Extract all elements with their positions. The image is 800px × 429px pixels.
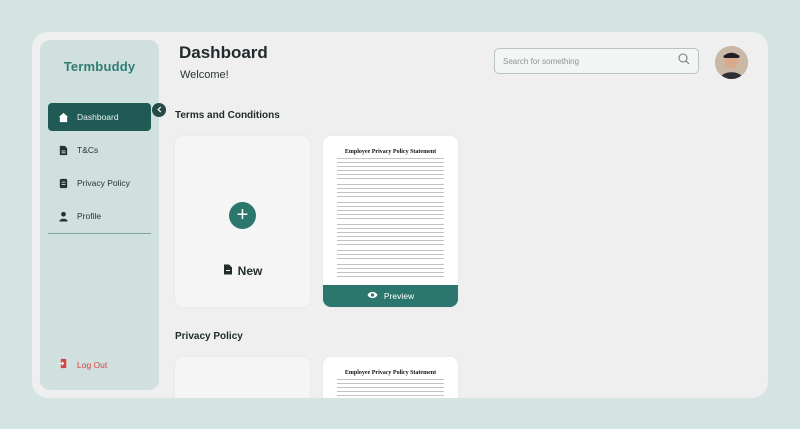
welcome-text: Welcome! [180, 69, 229, 81]
preview-label: Preview [383, 291, 415, 301]
app-window: Termbuddy Dashboard T&Cs Privacy Policy [32, 32, 768, 398]
sidebar-item-label: T&Cs [77, 145, 99, 155]
sidebar-item-label: Dashboard [77, 112, 119, 122]
sidebar: Termbuddy Dashboard T&Cs Privacy Policy [40, 40, 159, 390]
search-input[interactable] [503, 56, 678, 66]
document-title: Employee Privacy Policy Statement [344, 149, 437, 155]
home-icon [58, 112, 69, 123]
sidebar-nav: Dashboard T&Cs Privacy Policy Profile [48, 103, 151, 235]
document-icon [58, 145, 69, 156]
terms-document-card[interactable]: Employee Privacy Policy Statement Previe… [323, 136, 458, 307]
preview-button[interactable]: Preview [323, 285, 458, 307]
document-title: Employee Privacy Policy Statement [344, 370, 437, 376]
document-text-preview [337, 158, 444, 280]
logout-button[interactable]: Log Out [58, 358, 107, 371]
sidebar-divider [48, 233, 151, 234]
logout-icon [58, 358, 69, 371]
new-document-icon [223, 264, 233, 278]
section-title-terms: Terms and Conditions [175, 110, 280, 121]
brand-logo-text: Termbuddy [63, 59, 136, 74]
user-icon [58, 211, 69, 222]
document-text-preview [337, 379, 444, 398]
chevron-left-icon [156, 105, 163, 115]
plus-icon: + [229, 202, 256, 229]
sidebar-item-tcs[interactable]: T&Cs [48, 136, 151, 164]
privacy-document-card[interactable]: Employee Privacy Policy Statement [323, 357, 458, 398]
search-box[interactable] [494, 48, 699, 74]
sidebar-item-privacy-policy[interactable]: Privacy Policy [48, 169, 151, 197]
logout-label: Log Out [77, 359, 108, 370]
new-label-text: New [237, 264, 263, 278]
sidebar-item-label: Profile [77, 211, 102, 221]
avatar[interactable] [715, 46, 748, 79]
sidebar-item-profile[interactable]: Profile [48, 202, 151, 230]
sidebar-item-dashboard[interactable]: Dashboard [48, 103, 151, 131]
policy-icon [58, 178, 69, 189]
new-privacy-card[interactable] [175, 357, 310, 398]
new-terms-card[interactable]: + New [175, 136, 310, 307]
section-title-privacy: Privacy Policy [175, 331, 243, 342]
new-label: New [175, 264, 310, 278]
eye-icon [367, 291, 378, 301]
sidebar-collapse-button[interactable] [152, 103, 166, 117]
sidebar-item-label: Privacy Policy [77, 178, 130, 188]
page-title: Dashboard [179, 43, 268, 62]
search-icon[interactable] [678, 52, 690, 70]
